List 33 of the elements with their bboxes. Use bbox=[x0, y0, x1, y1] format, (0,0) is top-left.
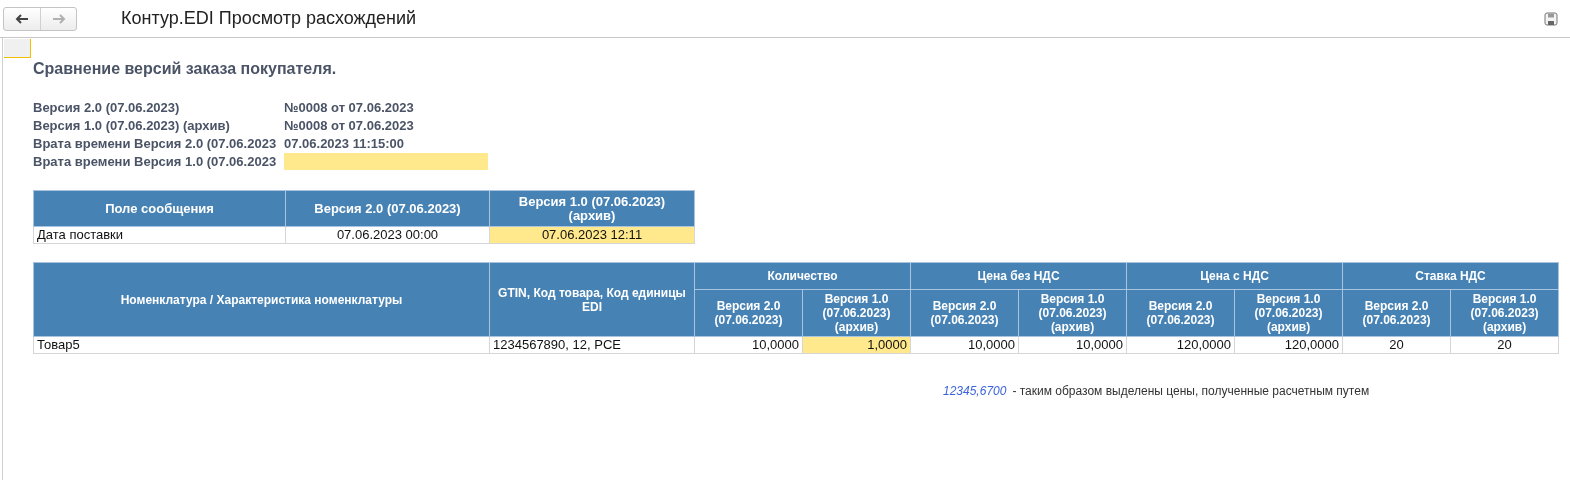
column-group-header: Ставка НДС bbox=[1342, 262, 1559, 290]
legend-sample: 12345,6700 bbox=[943, 384, 1007, 398]
column-header: Версия 1.0 (07.06.2023) (архив) bbox=[1018, 289, 1127, 337]
column-group-header: Цена с НДС bbox=[1126, 262, 1343, 290]
report-heading: Сравнение версий заказа покупателя. bbox=[33, 60, 338, 78]
column-header: Версия 2.0 (07.06.2023) bbox=[1126, 289, 1235, 337]
arrow-left-icon bbox=[15, 13, 29, 24]
column-header: GTIN, Код товара, Код единицы EDI bbox=[489, 262, 695, 337]
cell-cursor bbox=[4, 39, 31, 58]
info-label: Врата времени Версия 1.0 (07.06.2023 bbox=[33, 153, 278, 170]
legend-text: - таким образом выделены цены, полученные расчетным путем bbox=[1012, 384, 1370, 398]
column-header: Номенклатура / Характеристика номенклатуры bbox=[33, 262, 490, 337]
info-value: №0008 от 07.06.2023 bbox=[284, 99, 415, 116]
column-header: Версия 2.0 (07.06.2023) bbox=[285, 190, 490, 227]
column-header: Версия 2.0 (07.06.2023) bbox=[694, 289, 803, 337]
info-label: Версия 1.0 (07.06.2023) (архив) bbox=[33, 117, 231, 134]
window-title: Контур.EDI Просмотр расхождений bbox=[121, 8, 418, 29]
column-group-header: Цена без НДС bbox=[910, 262, 1127, 290]
save-icon bbox=[1544, 11, 1558, 26]
column-group-header: Количество bbox=[694, 262, 911, 290]
column-header: Версия 2.0 (07.06.2023) bbox=[1342, 289, 1451, 337]
column-header: Версия 1.0 (07.06.2023) (архив) bbox=[802, 289, 911, 337]
info-value: №0008 от 07.06.2023 bbox=[284, 117, 415, 134]
column-header: Версия 1.0 (07.06.2023) (архив) bbox=[489, 190, 695, 227]
column-header: Версия 2.0 (07.06.2023) bbox=[910, 289, 1019, 337]
column-header: Поле сообщения bbox=[33, 190, 286, 227]
info-label: Врата времени Версия 2.0 (07.06.2023 bbox=[33, 135, 278, 152]
save-button[interactable] bbox=[1544, 11, 1558, 26]
column-header: Версия 1.0 (07.06.2023) (архив) bbox=[1450, 289, 1559, 337]
column-header: Версия 1.0 (07.06.2023) (архив) bbox=[1234, 289, 1343, 337]
arrow-right-icon bbox=[51, 13, 66, 24]
info-label: Версия 2.0 (07.06.2023) bbox=[33, 99, 181, 116]
info-value: 07.06.2023 11:15:00 bbox=[284, 135, 405, 152]
